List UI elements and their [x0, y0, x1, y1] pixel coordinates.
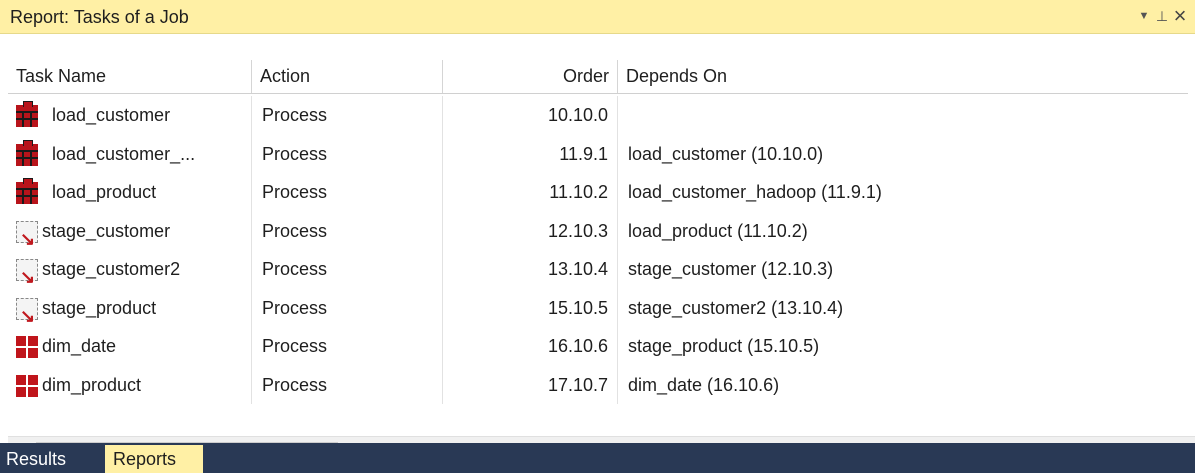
close-icon[interactable]: ×	[1170, 5, 1190, 27]
table-body: load_customer Process 10.10.0 load_custo…	[8, 96, 1188, 404]
task-name: load_customer_...	[52, 143, 196, 164]
pin-icon[interactable]: ⊥	[1152, 5, 1172, 27]
dimension-table-icon	[16, 336, 38, 358]
action-cell[interactable]: Process	[252, 327, 443, 366]
depends-on-cell[interactable]: load_product (11.10.2)	[618, 212, 1188, 251]
bottom-tab-strip: Results Reports	[0, 443, 1195, 473]
order-cell[interactable]: 10.10.0	[443, 96, 618, 135]
task-name-cell[interactable]: load_customer_...	[8, 134, 252, 173]
table-row[interactable]: dim_date Process 16.10.6 stage_product (…	[8, 327, 1188, 366]
task-name: dim_date	[42, 336, 117, 356]
table-row[interactable]: stage_customer2 Process 13.10.4 stage_cu…	[8, 250, 1188, 289]
tab-reports[interactable]: Reports	[105, 445, 203, 473]
order-cell[interactable]: 12.10.3	[443, 211, 618, 250]
order-cell[interactable]: 11.10.2	[443, 173, 618, 212]
task-name: dim_product	[42, 374, 142, 395]
table-row[interactable]: load_product Process 11.10.2 load_custom…	[8, 173, 1188, 212]
column-header-task-name[interactable]: Task Name	[8, 60, 252, 93]
table-header: Task Name Action Order Depends On	[8, 60, 1188, 94]
depends-on-cell[interactable]	[618, 96, 1188, 135]
stage-table-icon	[16, 297, 38, 327]
load-table-icon	[16, 101, 38, 127]
action-cell[interactable]: Process	[252, 365, 443, 404]
task-name-cell[interactable]: stage_customer	[8, 211, 252, 250]
stage-table-icon	[16, 258, 38, 289]
dimension-table-icon	[16, 374, 38, 397]
column-header-order[interactable]: Order	[443, 60, 618, 93]
column-header-action[interactable]: Action	[252, 60, 443, 93]
report-title: Report: Tasks of a Job	[10, 7, 189, 27]
task-name-cell[interactable]: load_customer	[8, 96, 252, 135]
table-row[interactable]: stage_product Process 15.10.5 stage_cust…	[8, 288, 1188, 328]
task-name: load_customer	[52, 105, 171, 125]
order-cell[interactable]: 17.10.7	[443, 365, 618, 404]
task-name: stage_product	[42, 297, 157, 318]
depends-on-cell[interactable]: stage_customer2 (13.10.4)	[618, 289, 1188, 328]
depends-on-cell[interactable]: load_customer (10.10.0)	[618, 135, 1188, 174]
report-panel: Report: Tasks of a Job ▼ ⊥ × Task Name A…	[0, 0, 1195, 473]
order-cell[interactable]: 16.10.6	[443, 327, 618, 366]
table-row[interactable]: stage_customer Process 12.10.3 load_prod…	[8, 211, 1188, 251]
action-cell[interactable]: Process	[252, 96, 443, 135]
action-cell[interactable]: Process	[252, 211, 443, 250]
depends-on-cell[interactable]: stage_customer (12.10.3)	[618, 250, 1188, 289]
task-name-cell[interactable]: dim_product	[8, 365, 252, 404]
table-row[interactable]: dim_product Process 17.10.7 dim_date (16…	[8, 365, 1188, 405]
action-cell[interactable]: Process	[252, 134, 443, 173]
tab-results[interactable]: Results	[2, 445, 70, 473]
depends-on-cell[interactable]: stage_product (15.10.5)	[618, 327, 1188, 366]
order-cell[interactable]: 11.9.1	[443, 134, 618, 173]
report-title-bar: Report: Tasks of a Job ▼ ⊥ ×	[0, 0, 1195, 34]
action-cell[interactable]: Process	[252, 173, 443, 212]
order-cell[interactable]: 13.10.4	[443, 250, 618, 289]
dropdown-arrow-icon[interactable]: ▼	[1134, 5, 1154, 27]
table-row[interactable]: load_customer_... Process 11.9.1 load_cu…	[8, 134, 1188, 174]
load-table-icon	[16, 139, 38, 166]
task-name: stage_customer2	[42, 259, 181, 279]
depends-on-cell[interactable]: load_customer_hadoop (11.9.1)	[618, 173, 1188, 212]
task-name-cell[interactable]: stage_customer2	[8, 250, 252, 289]
action-cell[interactable]: Process	[252, 288, 443, 327]
task-name-cell[interactable]: load_product	[8, 173, 252, 212]
depends-on-cell[interactable]: dim_date (16.10.6)	[618, 366, 1188, 405]
order-cell[interactable]: 15.10.5	[443, 288, 618, 327]
action-cell[interactable]: Process	[252, 250, 443, 289]
task-name-cell[interactable]: dim_date	[8, 327, 252, 366]
table-row[interactable]: load_customer Process 10.10.0	[8, 96, 1188, 135]
task-name: stage_customer	[42, 220, 171, 241]
task-name-cell[interactable]: stage_product	[8, 288, 252, 327]
load-table-icon	[16, 178, 38, 204]
stage-table-icon	[16, 220, 38, 250]
column-header-depends-on[interactable]: Depends On	[618, 60, 1188, 93]
task-name: load_product	[52, 182, 157, 202]
